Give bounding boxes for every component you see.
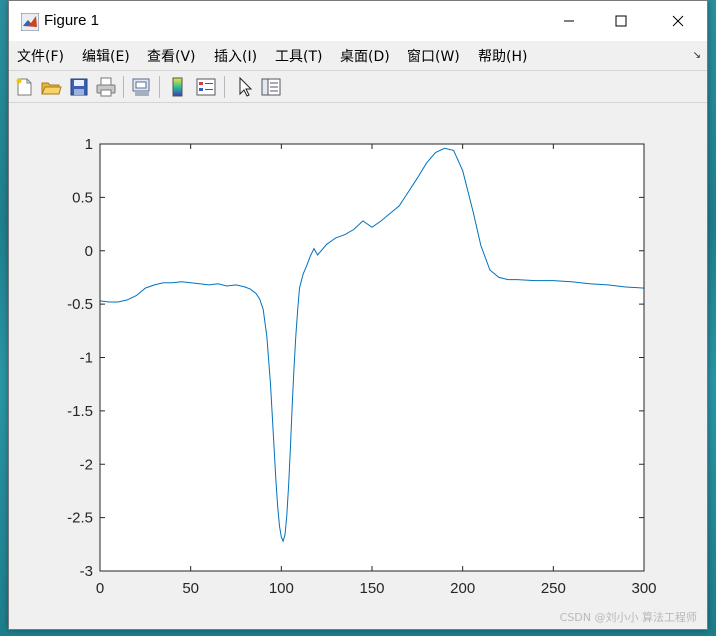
close-icon xyxy=(672,15,684,27)
open-file-icon[interactable] xyxy=(40,76,62,98)
y-tick-labels: 1 0.5 0 -0.5 -1 -1.5 -2 -2.5 -3 xyxy=(67,136,93,580)
x-tick-label: 50 xyxy=(182,580,199,597)
colorbar-icon[interactable] xyxy=(167,76,189,98)
save-icon[interactable] xyxy=(68,76,90,98)
x-tick-label: 150 xyxy=(359,580,384,597)
y-tick-label: 0 xyxy=(85,243,93,260)
figure-canvas: 0 50 100 150 200 250 300 1 0.5 0 -0.5 -1 -1.5 -2 -2.5… xyxy=(9,104,707,629)
link-plot-icon[interactable] xyxy=(131,76,153,98)
figure-toolbar xyxy=(9,70,707,103)
minimize-icon xyxy=(564,20,574,22)
menu-bar: 文件(F) 编辑(E) 查看(V) 插入(I) 工具(T) 桌面(D) 窗口(W… xyxy=(9,41,707,69)
x-tick-label: 100 xyxy=(269,580,294,597)
title-bar[interactable]: Figure 1 xyxy=(9,1,707,41)
close-button[interactable] xyxy=(655,1,701,41)
y-tick-label: 0.5 xyxy=(72,189,93,206)
menu-help[interactable]: 帮助(H) xyxy=(478,46,527,66)
figure-window: Figure 1 文件(F) 编辑(E) 查看(V) 插入(I) 工具(T) 桌… xyxy=(8,0,708,630)
toolbar-separator xyxy=(159,76,160,98)
new-figure-icon[interactable] xyxy=(13,76,35,98)
dock-arrow-icon[interactable]: ↘ xyxy=(693,50,701,61)
property-inspector-icon[interactable] xyxy=(260,76,282,98)
menu-window[interactable]: 窗口(W) xyxy=(407,46,460,66)
y-tick-label: -1 xyxy=(80,350,93,367)
maximize-button[interactable] xyxy=(598,1,644,41)
legend-icon[interactable] xyxy=(195,76,217,98)
menu-tools[interactable]: 工具(T) xyxy=(275,46,322,66)
menu-desktop[interactable]: 桌面(D) xyxy=(340,46,390,66)
x-tick-label: 300 xyxy=(631,580,656,597)
y-tick-label: -0.5 xyxy=(67,296,93,313)
axes-background xyxy=(100,144,644,571)
y-tick-label: -1.5 xyxy=(67,403,93,420)
window-title: Figure 1 xyxy=(44,12,100,29)
maximize-icon xyxy=(615,15,627,27)
print-icon[interactable] xyxy=(95,76,117,98)
x-tick-label: 250 xyxy=(541,580,566,597)
menu-edit[interactable]: 编辑(E) xyxy=(82,46,130,66)
toolbar-separator xyxy=(224,76,225,98)
watermark: CSDN @刘小小 算法工程师 xyxy=(559,611,697,624)
y-tick-label: -2 xyxy=(80,456,93,473)
x-tick-label: 200 xyxy=(450,580,475,597)
menu-insert[interactable]: 插入(I) xyxy=(214,46,257,66)
y-tick-label: -3 xyxy=(80,563,93,580)
line-plot[interactable]: 0 50 100 150 200 250 300 1 0.5 0 -0.5 -1 -1.5 -2 -2.5… xyxy=(9,104,707,629)
minimize-button[interactable] xyxy=(546,1,592,41)
matlab-logo-icon xyxy=(21,13,39,31)
y-tick-label: -2.5 xyxy=(67,510,93,527)
pointer-icon[interactable] xyxy=(234,76,256,98)
y-tick-label: 1 xyxy=(85,136,93,153)
menu-file[interactable]: 文件(F) xyxy=(17,46,64,66)
x-tick-labels: 0 50 100 150 200 250 300 xyxy=(96,580,657,597)
toolbar-separator xyxy=(123,76,124,98)
x-tick-label: 0 xyxy=(96,580,104,597)
menu-view[interactable]: 查看(V) xyxy=(147,46,196,66)
